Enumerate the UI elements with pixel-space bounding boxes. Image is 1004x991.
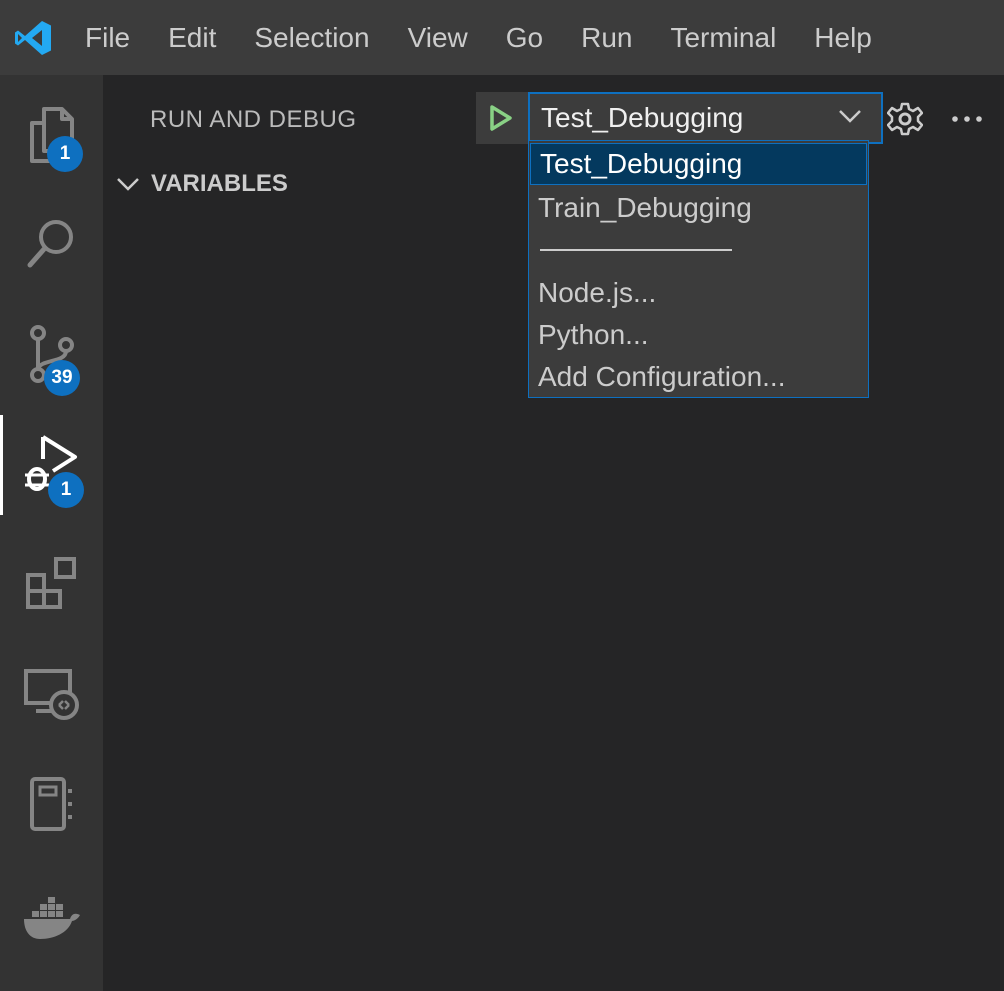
- menu-terminal[interactable]: Terminal: [651, 0, 795, 75]
- activity-bar: 1 39 1: [0, 75, 103, 991]
- variables-label: VARIABLES: [151, 170, 288, 197]
- menu-view[interactable]: View: [389, 0, 487, 75]
- start-debugging-button[interactable]: [476, 92, 526, 144]
- more-actions-button[interactable]: [949, 101, 985, 142]
- menu-file[interactable]: File: [66, 0, 149, 75]
- ellipsis-icon: [952, 116, 982, 122]
- notebook-button[interactable]: [0, 755, 103, 855]
- open-launch-json-button[interactable]: [886, 101, 924, 142]
- run-debug-badge: 1: [48, 472, 84, 508]
- chevron-down-icon: [117, 178, 139, 191]
- dropdown-option-add-configuration[interactable]: Add Configuration...: [529, 356, 868, 398]
- dropdown-option-test-debugging[interactable]: Test_Debugging: [530, 143, 867, 185]
- search-button[interactable]: [0, 195, 103, 295]
- menu-run[interactable]: Run: [562, 0, 651, 75]
- menu-edit[interactable]: Edit: [149, 0, 235, 75]
- variables-section-header[interactable]: VARIABLES: [115, 170, 288, 198]
- notebook-icon: [29, 777, 72, 831]
- menu-selection[interactable]: Selection: [235, 0, 388, 75]
- docker-icon: [23, 897, 80, 939]
- extensions-icon: [25, 557, 76, 609]
- remote-explorer-button[interactable]: [0, 645, 103, 745]
- menu-help[interactable]: Help: [795, 0, 891, 75]
- dropdown-option-train-debugging[interactable]: Train_Debugging: [529, 187, 868, 229]
- dropdown-option-nodejs[interactable]: Node.js...: [529, 272, 868, 314]
- selected-configuration: Test_Debugging: [541, 102, 744, 133]
- configuration-dropdown: Test_Debugging Train_Debugging Node.js..…: [528, 140, 869, 398]
- remote-explorer-icon: [23, 669, 79, 720]
- play-icon: [490, 105, 512, 131]
- vscode-logo-icon: [0, 0, 66, 75]
- explorer-button[interactable]: [0, 85, 103, 185]
- source-control-badge: 39: [44, 360, 80, 396]
- debug-toolbar: Test_Debugging: [476, 92, 883, 144]
- search-icon: [27, 220, 73, 268]
- chevron-down-icon: [839, 110, 861, 123]
- dropdown-option-python[interactable]: Python...: [529, 314, 868, 356]
- explorer-badge: 1: [47, 136, 83, 172]
- title-bar: File Edit Selection View Go Run Terminal…: [0, 0, 1004, 75]
- dropdown-separator: [540, 249, 732, 251]
- gear-icon: [886, 102, 924, 136]
- extensions-button[interactable]: [0, 535, 103, 635]
- menu-go[interactable]: Go: [487, 0, 562, 75]
- debug-configuration-select[interactable]: Test_Debugging: [528, 92, 883, 144]
- sidebar-title: RUN AND DEBUG: [150, 106, 357, 133]
- docker-button[interactable]: [0, 865, 103, 965]
